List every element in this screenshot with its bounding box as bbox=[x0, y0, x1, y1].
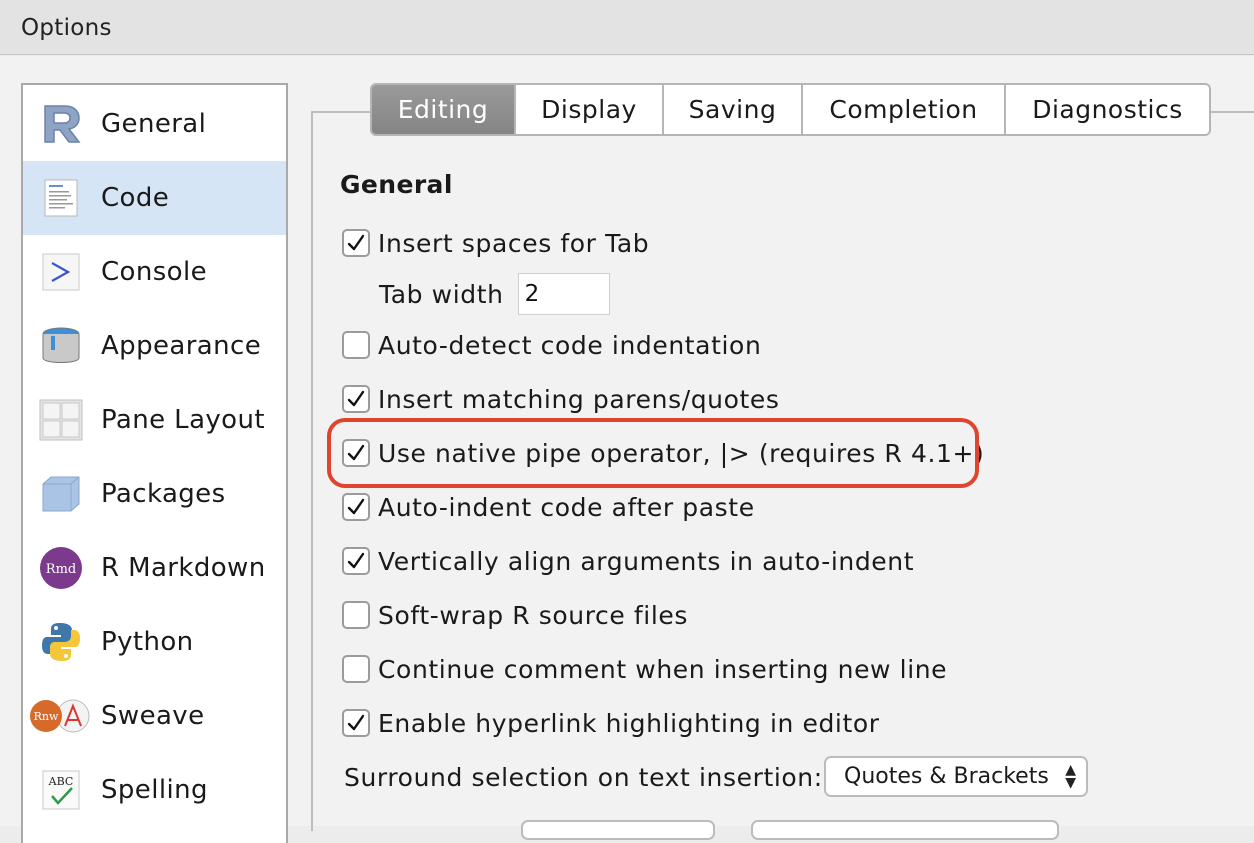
paint-bucket-icon bbox=[37, 322, 85, 370]
sidebar-item-label: Code bbox=[101, 183, 170, 213]
sidebar-item-label: Spelling bbox=[101, 775, 208, 805]
window-title: Options bbox=[21, 15, 112, 41]
option-label: Auto-indent code after paste bbox=[378, 492, 755, 522]
sidebar-item-appearance[interactable]: Appearance bbox=[23, 309, 286, 383]
sidebar-item-packages[interactable]: Packages bbox=[23, 457, 286, 531]
sidebar-item-label: Appearance bbox=[101, 331, 262, 361]
tab-saving[interactable]: Saving bbox=[664, 85, 803, 134]
sidebar-item-label: Python bbox=[101, 627, 194, 657]
checkbox[interactable] bbox=[342, 229, 370, 257]
sweave-icon: Rnw bbox=[29, 692, 91, 740]
r-logo-icon bbox=[37, 100, 85, 148]
package-box-icon bbox=[37, 470, 85, 518]
option-hyperlink-highlighting[interactable]: Enable hyperlink highlighting in editor bbox=[342, 708, 880, 738]
svg-text:Rmd: Rmd bbox=[46, 562, 76, 577]
code-document-icon bbox=[37, 174, 85, 222]
console-prompt-icon bbox=[37, 248, 85, 296]
sidebar-item-code[interactable]: Code bbox=[23, 161, 286, 235]
option-label: Auto-detect code indentation bbox=[378, 330, 762, 360]
checkbox[interactable] bbox=[342, 547, 370, 575]
sidebar-item-label: Console bbox=[101, 257, 208, 287]
spelling-icon: ABC bbox=[37, 766, 85, 814]
option-label: Use native pipe operator, |> (requires R… bbox=[378, 438, 985, 468]
option-label: Continue comment when inserting new line bbox=[378, 654, 948, 684]
checkmark-icon bbox=[347, 390, 365, 407]
tab-completion[interactable]: Completion bbox=[803, 85, 1006, 134]
tab-width-row: Tab width bbox=[379, 273, 610, 315]
option-label: Insert spaces for Tab bbox=[378, 228, 650, 258]
sidebar-item-python[interactable]: Python bbox=[23, 605, 286, 679]
checkmark-icon bbox=[347, 234, 365, 251]
checkmark-icon bbox=[347, 498, 365, 515]
option-label: Enable hyperlink highlighting in editor bbox=[378, 708, 880, 738]
sidebar-item-spelling[interactable]: ABC Spelling bbox=[23, 753, 286, 827]
option-label: Soft-wrap R source files bbox=[378, 600, 688, 630]
option-soft-wrap[interactable]: Soft-wrap R source files bbox=[342, 600, 688, 630]
sidebar-item-label: Sweave bbox=[101, 701, 205, 731]
option-native-pipe-operator[interactable]: Use native pipe operator, |> (requires R… bbox=[342, 438, 984, 468]
surround-selection-label: Surround selection on text insertion: bbox=[344, 762, 823, 792]
partial-control[interactable] bbox=[751, 820, 1059, 840]
python-icon bbox=[37, 618, 85, 666]
rmd-icon: Rmd bbox=[37, 544, 85, 592]
sidebar-item-pane-layout[interactable]: Pane Layout bbox=[23, 383, 286, 457]
sidebar-item-sweave[interactable]: Rnw Sweave bbox=[23, 679, 286, 753]
partial-control[interactable] bbox=[521, 820, 715, 840]
svg-text:ABC: ABC bbox=[48, 775, 74, 788]
sidebar: General Code Console Appearance Pane Lay… bbox=[21, 83, 288, 843]
tab-width-input[interactable] bbox=[517, 273, 610, 315]
surround-selection-row: Surround selection on text insertion: bbox=[344, 757, 823, 797]
tab-bar: Editing Display Saving Completion Diagno… bbox=[370, 83, 1211, 136]
section-title: General bbox=[340, 170, 453, 199]
sidebar-item-label: General bbox=[101, 109, 207, 139]
option-label: Vertically align arguments in auto-inden… bbox=[378, 546, 915, 576]
checkbox[interactable] bbox=[342, 709, 370, 737]
sidebar-item-label: R Markdown bbox=[101, 553, 266, 583]
checkbox[interactable] bbox=[342, 331, 370, 359]
checkbox[interactable] bbox=[342, 493, 370, 521]
checkbox[interactable] bbox=[342, 655, 370, 683]
option-insert-spaces-for-tab[interactable]: Insert spaces for Tab bbox=[342, 228, 649, 258]
sidebar-item-console[interactable]: Console bbox=[23, 235, 286, 309]
option-continue-comment[interactable]: Continue comment when inserting new line bbox=[342, 654, 947, 684]
surround-selection-select[interactable]: Quotes & Brackets ▲ ▼ bbox=[824, 756, 1088, 797]
option-vertically-align-arguments[interactable]: Vertically align arguments in auto-inden… bbox=[342, 546, 914, 576]
sidebar-item-label: Packages bbox=[101, 479, 226, 509]
sidebar-item-r-markdown[interactable]: Rmd R Markdown bbox=[23, 531, 286, 605]
title-bar: Options bbox=[0, 0, 1254, 55]
select-value: Quotes & Brackets bbox=[844, 764, 1049, 789]
updown-arrows-icon: ▲ ▼ bbox=[1065, 762, 1076, 791]
checkbox[interactable] bbox=[342, 385, 370, 413]
checkbox[interactable] bbox=[342, 601, 370, 629]
tab-width-label: Tab width bbox=[379, 279, 504, 309]
checkmark-icon bbox=[347, 444, 365, 461]
tab-editing[interactable]: Editing bbox=[372, 85, 516, 134]
option-insert-matching-parens[interactable]: Insert matching parens/quotes bbox=[342, 384, 780, 414]
tab-diagnostics[interactable]: Diagnostics bbox=[1006, 85, 1209, 134]
sidebar-item-label: Pane Layout bbox=[101, 405, 265, 435]
pane-layout-icon bbox=[37, 396, 85, 444]
option-auto-detect-indentation[interactable]: Auto-detect code indentation bbox=[342, 330, 761, 360]
tab-display[interactable]: Display bbox=[516, 85, 664, 134]
checkmark-icon bbox=[347, 714, 365, 731]
option-label: Insert matching parens/quotes bbox=[378, 384, 780, 414]
option-auto-indent-paste[interactable]: Auto-indent code after paste bbox=[342, 492, 755, 522]
checkbox[interactable] bbox=[342, 439, 370, 467]
checkmark-icon bbox=[347, 552, 365, 569]
sidebar-item-general[interactable]: General bbox=[23, 87, 286, 161]
svg-text:Rnw: Rnw bbox=[34, 710, 59, 723]
